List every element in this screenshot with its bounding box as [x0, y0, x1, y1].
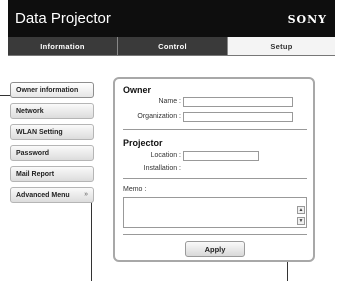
sidebar-item-advanced-menu[interactable]: Advanced Menu » — [10, 187, 94, 203]
memo-textarea[interactable]: ▲ ▼ — [123, 197, 307, 228]
callout-line-menu — [91, 200, 92, 281]
location-label: Location : — [150, 152, 181, 159]
sidebar-item-label: Advanced Menu — [16, 191, 70, 199]
callout-line-panel — [287, 262, 288, 281]
settings-panel: Owner Name : Organization : Projector Lo… — [113, 77, 315, 262]
sidebar-item-label: Mail Report — [16, 170, 55, 178]
sidebar-item-label: Password — [16, 149, 50, 157]
sidebar-menu: Owner information Network WLAN Setting P… — [10, 82, 94, 208]
sidebar-item-label: Owner information — [16, 86, 79, 94]
tab-control[interactable]: Control — [118, 37, 228, 55]
sidebar-item-wlan-setting[interactable]: WLAN Setting — [10, 124, 94, 140]
owner-section-title: Owner — [123, 85, 152, 95]
scroll-down-icon[interactable]: ▼ — [297, 217, 305, 225]
name-label: Name : — [158, 98, 181, 105]
section-divider — [123, 178, 307, 179]
app-title: Data Projector — [15, 10, 111, 27]
section-divider — [123, 234, 307, 235]
header-bar: Data Projector SONY — [8, 0, 335, 37]
apply-button[interactable]: Apply — [185, 241, 245, 257]
brand-logo: SONY — [287, 13, 327, 26]
sidebar-item-network[interactable]: Network — [10, 103, 94, 119]
sidebar-item-password[interactable]: Password — [10, 145, 94, 161]
tab-information[interactable]: Information — [8, 37, 118, 55]
name-input[interactable] — [183, 97, 293, 107]
scroll-up-icon[interactable]: ▲ — [297, 206, 305, 214]
installation-label: Installation : — [143, 165, 181, 172]
sidebar-item-label: WLAN Setting — [16, 128, 63, 136]
tab-bar: Information Control Setup — [8, 37, 335, 55]
location-input[interactable] — [183, 151, 259, 161]
sidebar-item-mail-report[interactable]: Mail Report — [10, 166, 94, 182]
section-divider — [123, 129, 307, 130]
expand-arrow-icon: » — [84, 191, 88, 198]
tab-divider — [8, 55, 335, 56]
organization-input[interactable] — [183, 112, 293, 122]
sidebar-item-owner-information[interactable]: Owner information — [10, 82, 94, 98]
memo-label: Memo : — [123, 186, 147, 193]
sidebar-item-label: Network — [16, 107, 44, 115]
projector-section-title: Projector — [123, 138, 163, 148]
tab-setup[interactable]: Setup — [228, 37, 335, 55]
organization-label: Organization : — [137, 113, 181, 120]
